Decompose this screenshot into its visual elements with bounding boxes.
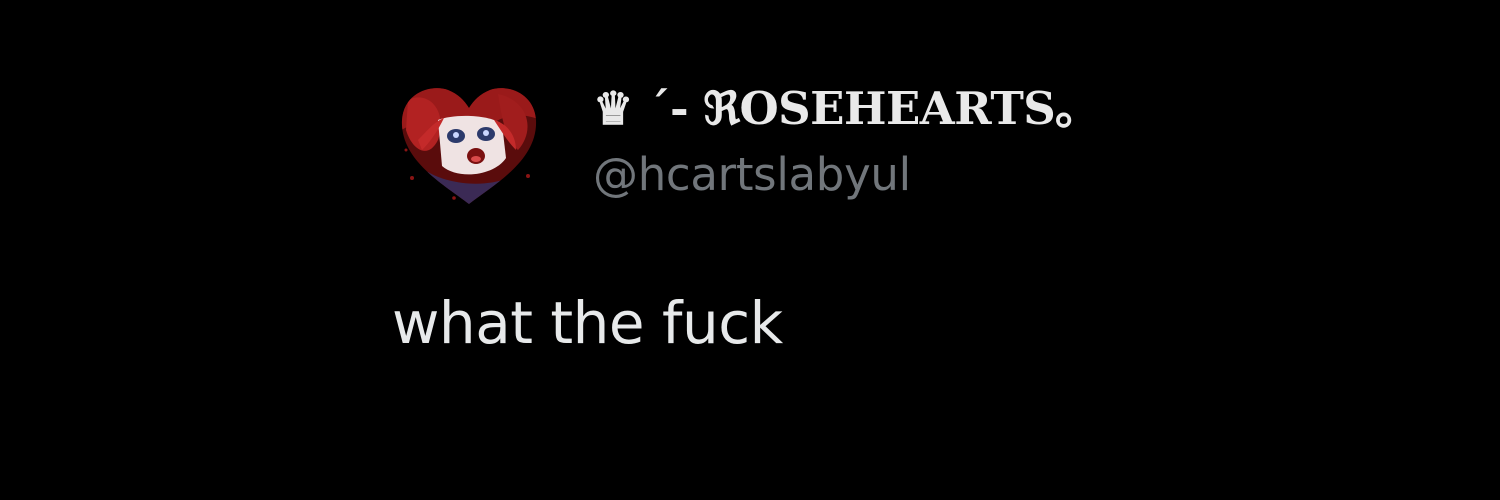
avatar[interactable] [398,80,540,208]
tweet-text: what the fuck [392,289,783,357]
tweet-card: ♛ ´- ℜOSEHEARTS｡ @hcartslabyul what the … [0,0,1500,500]
display-name[interactable]: ♛ ´- ℜOSEHEARTS｡ [593,72,1078,137]
author-handle[interactable]: @hcartslabyul [593,148,911,201]
author-name-row[interactable]: ♛ ´- ℜOSEHEARTS｡ [593,72,1078,137]
heart-avatar-icon [401,88,537,204]
